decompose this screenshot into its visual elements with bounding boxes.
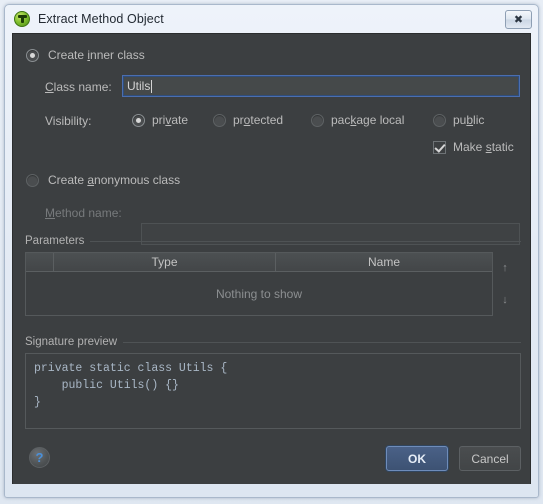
create-inner-class-radio[interactable]: [26, 48, 39, 62]
make-static-option[interactable]: Make static: [433, 140, 514, 154]
method-name-label: Method name:: [45, 206, 122, 220]
parameters-empty-text: Nothing to show: [215, 287, 303, 301]
label-part-post: tected: [250, 113, 284, 127]
visibility-label-protected: protected: [233, 113, 283, 127]
label-part-post: ate: [171, 113, 189, 127]
visibility-option-public[interactable]: public: [433, 113, 484, 127]
label-part-post: nner class: [90, 48, 145, 62]
label-part-post: ethod name:: [55, 206, 122, 220]
move-down-icon[interactable]: ↓: [498, 292, 512, 308]
visibility-option-package-local[interactable]: package local: [311, 113, 404, 127]
label-part-post: lic: [473, 113, 485, 127]
parameters-group-header: Parameters: [25, 235, 521, 247]
label-part-pre: pac: [331, 113, 351, 127]
parameters-group-label: Parameters: [25, 235, 85, 247]
label-part-post: age local: [356, 113, 405, 127]
parameters-column-name[interactable]: Name: [276, 253, 492, 271]
visibility-label: Visibility:: [45, 114, 92, 128]
group-divider-line: [90, 240, 521, 242]
title-bar: Extract Method Object ✖: [5, 5, 538, 33]
signature-preview-code: private static class Utils { public Util…: [25, 353, 521, 429]
window-title: Extract Method Object: [38, 12, 164, 26]
label-part-pre: Create: [48, 173, 88, 187]
label-part-pre: Make: [453, 140, 486, 154]
label-part-pre: pri: [152, 113, 166, 127]
label-part-post: lass name:: [53, 80, 112, 94]
create-anonymous-class-label: Create anonymous class: [48, 173, 180, 187]
class-name-label-row: Class name:: [45, 80, 112, 94]
cancel-button[interactable]: Cancel: [459, 446, 521, 471]
label-part-post: tatic: [491, 140, 514, 154]
create-anonymous-class-radio[interactable]: [26, 173, 39, 187]
close-button[interactable]: ✖: [505, 9, 532, 29]
parameters-column-checkbox[interactable]: [26, 253, 54, 271]
signature-preview-group-label: Signature preview: [25, 336, 118, 348]
parameters-reorder-buttons: ↑ ↓: [496, 252, 514, 316]
class-name-input[interactable]: Utils: [122, 75, 520, 97]
intellij-green-icon: [14, 11, 30, 27]
close-icon: ✖: [513, 12, 524, 26]
visibility-radio-private[interactable]: [132, 113, 145, 127]
label-mnemonic: M: [45, 206, 55, 220]
screen: Extract Method Object ✖ Create inner cla…: [0, 0, 543, 504]
method-name-label-row: Method name:: [45, 206, 122, 220]
parameters-column-type[interactable]: Type: [54, 253, 276, 271]
visibility-radio-package-local[interactable]: [311, 113, 324, 127]
visibility-radio-public[interactable]: [433, 113, 446, 127]
group-divider-line: [123, 341, 521, 343]
class-name-label: Class name:: [45, 80, 112, 94]
label-part-post: nonymous class: [94, 173, 181, 187]
visibility-label-row: Visibility:: [45, 114, 91, 128]
dialog-footer: ? OK Cancel: [13, 438, 530, 484]
make-static-checkbox[interactable]: [433, 140, 446, 154]
create-inner-class-option[interactable]: Create inner class: [26, 48, 145, 62]
visibility-radio-protected[interactable]: [213, 113, 226, 127]
make-static-label: Make static: [453, 140, 514, 154]
help-icon[interactable]: ?: [29, 447, 50, 468]
create-inner-class-label: Create inner class: [48, 48, 145, 62]
ok-button[interactable]: OK: [386, 446, 448, 471]
parameters-table-body: Nothing to show: [26, 272, 492, 315]
parameters-table-header: Type Name: [26, 253, 492, 272]
visibility-label-public: public: [453, 113, 484, 127]
label-part-pre: pr: [233, 113, 244, 127]
visibility-option-protected[interactable]: protected: [213, 113, 283, 127]
label-mnemonic: C: [45, 80, 54, 94]
label-part-pre: Create: [48, 48, 88, 62]
visibility-option-private[interactable]: private: [132, 113, 188, 127]
label-part-pre: pu: [453, 113, 467, 127]
create-anonymous-class-option[interactable]: Create anonymous class: [26, 173, 180, 187]
parameters-table[interactable]: Type Name Nothing to show: [25, 252, 493, 316]
class-name-input-value: Utils: [127, 79, 151, 93]
move-up-icon[interactable]: ↑: [498, 260, 512, 276]
text-caret: [151, 79, 153, 93]
visibility-label-private: private: [152, 113, 188, 127]
visibility-label-package-local: package local: [331, 113, 404, 127]
signature-preview-group-header: Signature preview: [25, 336, 521, 348]
dialog-content: Create inner class Class name: Utils Vis…: [12, 33, 531, 484]
